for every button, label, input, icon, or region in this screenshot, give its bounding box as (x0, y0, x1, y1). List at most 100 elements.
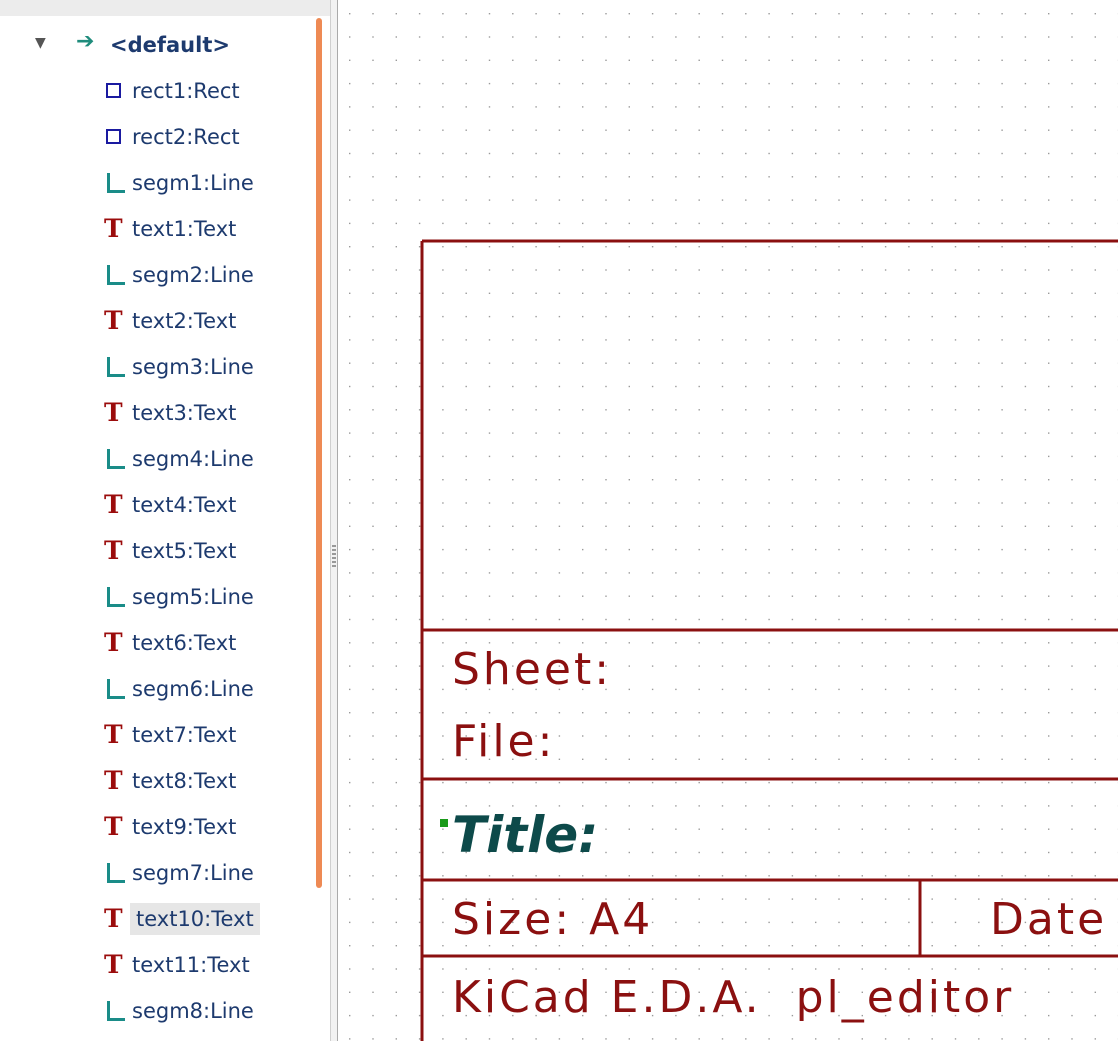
grid-dot (1024, 735, 1027, 737)
grid-dot (838, 1038, 840, 1040)
grid-dot (395, 315, 397, 318)
tree-item[interactable]: segm8:Line (0, 989, 322, 1035)
text-icon: T (104, 536, 123, 565)
grid-dot (884, 269, 887, 271)
grid-dot (954, 362, 957, 364)
tree-item[interactable]: rect1:Rect (0, 69, 322, 115)
grid-dot (1048, 432, 1050, 434)
splitter-grip-icon[interactable] (332, 545, 336, 567)
grid-dot (512, 13, 514, 15)
tree-item[interactable]: segm5:Line (0, 575, 322, 621)
tree-item[interactable]: Ttext4:Text (0, 483, 322, 529)
grid-dot (349, 712, 351, 714)
worksheet-drawing[interactable]: Sheet: File: Title: Size: A4 Date KiCad … (338, 0, 1118, 1041)
kicad-label[interactable]: KiCad E.D.A. pl_editor (452, 972, 1014, 1023)
grid-dot (978, 246, 980, 248)
grid-dot (1001, 222, 1003, 225)
tree-item[interactable]: segm7:Line (0, 851, 322, 897)
grid-dot (1024, 36, 1027, 38)
grid-dot (698, 921, 700, 924)
grid-dot (698, 642, 700, 644)
tree-root-default[interactable]: ▼ ➔ <default> (0, 23, 322, 69)
grid-dot (675, 106, 677, 108)
collapse-triangle-icon[interactable]: ▼ (35, 35, 46, 51)
title-label[interactable]: Title: (452, 806, 598, 864)
grid-dot (745, 106, 747, 108)
grid-dot (1071, 315, 1073, 318)
file-label[interactable]: File: (452, 716, 555, 767)
tree-item[interactable]: Ttext3:Text (0, 391, 322, 437)
grid-dot (558, 36, 561, 38)
grid-dot (698, 13, 700, 15)
grid-dot (721, 1038, 724, 1040)
grid-dot (442, 315, 444, 318)
grid-dot (512, 595, 514, 597)
grid-dot (651, 409, 654, 411)
grid-dot (558, 525, 561, 527)
grid-dot (442, 36, 444, 38)
grid-dot (512, 362, 514, 364)
grid-dot (395, 432, 397, 434)
tree-item[interactable]: Ttext9:Text (0, 805, 322, 851)
grid-dot (628, 339, 630, 341)
grid-dot (675, 199, 677, 201)
tree-item-label: segm3:Line (132, 355, 254, 379)
grid-dot (605, 315, 607, 318)
grid-dot (605, 712, 607, 714)
grid-dot (1001, 828, 1003, 830)
tree-item[interactable]: Ttext2:Text (0, 299, 322, 345)
grid-dot (791, 665, 794, 667)
grid-dot (535, 945, 537, 947)
grid-dot (442, 432, 444, 434)
tree-item[interactable]: Ttext8:Text (0, 759, 322, 805)
grid-dot (1048, 548, 1050, 551)
tree-item[interactable]: rect2:Rect (0, 115, 322, 161)
grid-dot (535, 548, 537, 551)
grid-dot (628, 548, 630, 551)
grid-dot (558, 292, 561, 294)
size-label[interactable]: Size: A4 (452, 894, 653, 945)
tree-item[interactable]: segm2:Line (0, 253, 322, 299)
tree-item[interactable]: segm4:Line (0, 437, 322, 483)
grid-dot (1024, 525, 1027, 527)
scrollbar-thumb[interactable] (316, 18, 322, 888)
grid-dot (651, 712, 654, 714)
grid-dot (675, 152, 677, 155)
tree-item[interactable]: segm1:Line (0, 161, 322, 207)
panel-splitter[interactable] (330, 0, 338, 1041)
grid-dot (861, 572, 863, 574)
grid-dot (418, 82, 421, 85)
tree-item[interactable]: Ttext11:Text (0, 943, 322, 989)
grid-dot (605, 432, 607, 434)
grid-dot (745, 339, 747, 341)
grid-dot (442, 665, 444, 667)
grid-dot (884, 548, 887, 551)
grid-dot (675, 432, 677, 434)
anchor-marker[interactable] (440, 819, 448, 827)
tree-item[interactable]: Ttext10:Text (0, 897, 322, 943)
grid-dot (442, 945, 444, 947)
tree-item[interactable]: Ttext5:Text (0, 529, 322, 575)
drawing-canvas[interactable]: Sheet: File: Title: Size: A4 Date KiCad … (338, 0, 1118, 1041)
sheet-label[interactable]: Sheet: (452, 644, 612, 695)
tree-item[interactable]: segm3:Line (0, 345, 322, 391)
grid-dot (1024, 502, 1027, 504)
date-label[interactable]: Date (990, 894, 1107, 945)
tree-item[interactable]: Ttext6:Text (0, 621, 322, 667)
grid-dot (1048, 572, 1050, 574)
grid-dot (838, 246, 840, 248)
grid-dot (721, 502, 724, 504)
tree-item[interactable]: Ttext1:Text (0, 207, 322, 253)
grid-dot (838, 409, 840, 411)
grid-dot (815, 362, 817, 364)
tree-item[interactable]: segm6:Line (0, 667, 322, 713)
grid-dot (512, 36, 514, 38)
tree-item[interactable]: Ttext7:Text (0, 713, 322, 759)
grid-dot (768, 688, 770, 691)
grid-dot (582, 595, 584, 597)
grid-dot (954, 246, 957, 248)
grid-dot (931, 385, 933, 388)
grid-dot (884, 152, 887, 155)
grid-dot (675, 59, 677, 61)
grid-dot (861, 898, 863, 900)
